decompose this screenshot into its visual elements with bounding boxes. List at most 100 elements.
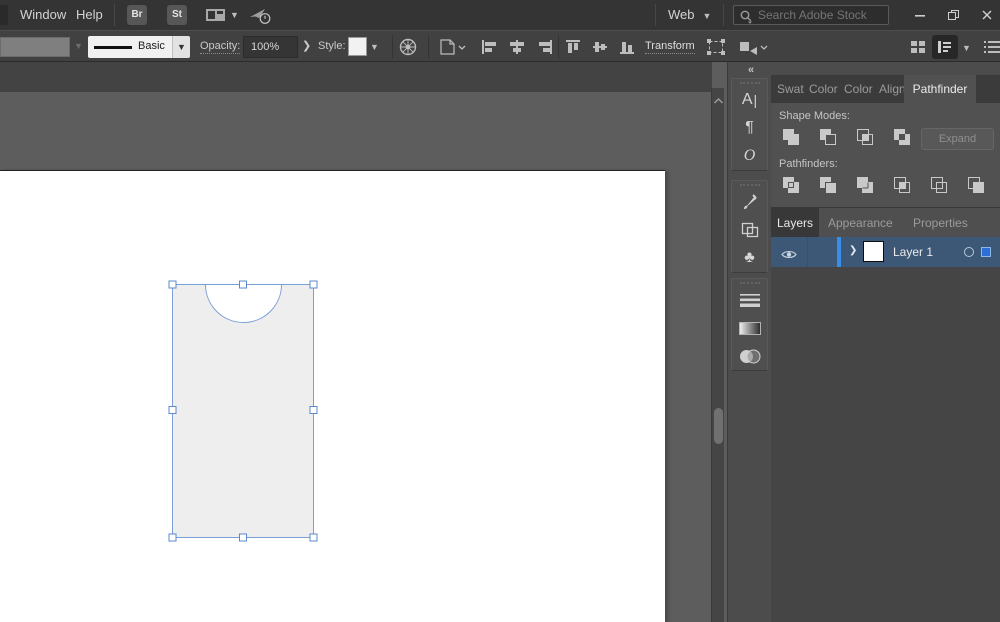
canvas-area[interactable]	[0, 62, 727, 622]
fill-swatch[interactable]	[0, 37, 70, 57]
arrange-icon[interactable]	[737, 38, 771, 59]
align-vertical-top-icon[interactable]	[563, 39, 583, 58]
scroll-up-arrow[interactable]	[712, 92, 725, 110]
align-vertical-bottom-icon[interactable]	[617, 39, 637, 58]
tab-pathfinder[interactable]: Pathfinder	[904, 75, 976, 103]
artboards-panel-icon[interactable]	[732, 216, 767, 244]
toolbar-separator	[428, 35, 429, 59]
visibility-eye-icon[interactable]	[781, 247, 797, 265]
search-input[interactable]	[758, 6, 886, 24]
minimize-button[interactable]	[905, 0, 935, 30]
pathfinder-divide-icon[interactable]	[779, 175, 803, 195]
layout-workspace-icon[interactable]	[205, 6, 227, 27]
shape-mode-exclude-icon[interactable]	[890, 127, 914, 147]
tab-align[interactable]: Align	[879, 75, 906, 103]
align-vertical-middle-icon[interactable]	[590, 39, 610, 58]
align-horizontal-center-icon[interactable]	[507, 39, 527, 58]
adobe-stock-search[interactable]	[733, 5, 889, 25]
layer-selection-indicator[interactable]	[981, 247, 991, 257]
layer-row[interactable]: ❯ Layer 1	[771, 237, 1000, 267]
stroke-preset-field[interactable]: Basic	[88, 36, 172, 58]
style-swatch[interactable]	[348, 37, 367, 56]
tab-swatches[interactable]: Swat	[777, 75, 804, 103]
align-horizontal-right-icon[interactable]	[534, 39, 554, 58]
scrollbar-thumb[interactable]	[714, 408, 723, 444]
menu-window[interactable]: Window	[20, 7, 66, 22]
share-icon[interactable]	[248, 6, 272, 28]
stroke-preset-dropdown[interactable]: ▼	[172, 36, 190, 58]
panel-menu-icon[interactable]	[984, 40, 1000, 57]
restore-button[interactable]	[938, 0, 968, 30]
layer-target-icon[interactable]	[964, 247, 974, 257]
expand-button[interactable]: Expand	[921, 128, 994, 150]
stock-badge[interactable]: St	[167, 5, 187, 25]
handle-top-left[interactable]	[169, 281, 176, 288]
gradient-panel-icon[interactable]	[732, 314, 767, 342]
recolor-artwork-icon[interactable]	[399, 38, 417, 59]
layer-thumbnail[interactable]	[863, 241, 884, 262]
handle-bottom-center[interactable]	[240, 534, 247, 541]
bridge-badge[interactable]: Br	[127, 5, 147, 25]
menu-bar: Window Help Br St ▼ Web▼	[0, 0, 1000, 30]
align-horizontal-left-icon[interactable]	[480, 39, 500, 58]
brushes-panel-icon[interactable]	[732, 188, 767, 216]
handle-top-right[interactable]	[310, 281, 317, 288]
layer-name[interactable]: Layer 1	[893, 237, 933, 267]
canvas-shape[interactable]	[173, 285, 314, 538]
menu-help[interactable]: Help	[76, 7, 103, 22]
tab-layers[interactable]: Layers	[771, 208, 819, 238]
tab-appearance[interactable]: Appearance	[828, 208, 893, 238]
pathfinder-crop-icon[interactable]	[890, 175, 914, 195]
symbols-panel-icon[interactable]: ♣	[732, 244, 767, 272]
chevron-down-icon[interactable]: ▼	[230, 10, 239, 20]
panel-icon-group-objects: ♣	[731, 180, 768, 273]
tab-properties[interactable]: Properties	[913, 208, 968, 238]
menu-separator	[655, 4, 656, 26]
group-grip[interactable]	[740, 82, 760, 85]
transparency-panel-icon[interactable]	[732, 342, 767, 370]
opacity-label[interactable]: Opacity:	[200, 40, 240, 54]
chevron-down-icon[interactable]: ▼	[962, 43, 971, 53]
collapse-panels-icon[interactable]: «	[748, 64, 752, 76]
document-setup-icon[interactable]	[438, 38, 468, 59]
shape-mode-unite-icon[interactable]	[779, 127, 803, 147]
stroke-panel-icon[interactable]	[732, 286, 767, 314]
dock-panels-icon	[937, 40, 953, 54]
layers-tab-bar: Layers Appearance Properties	[771, 207, 1000, 237]
vertical-scrollbar[interactable]	[711, 88, 724, 622]
dock-panels-button[interactable]	[932, 35, 958, 59]
group-grip[interactable]	[740, 282, 760, 285]
grid-view-icon[interactable]	[910, 40, 926, 57]
pathfinder-outline-icon[interactable]	[927, 175, 951, 195]
shape-mode-intersect-icon[interactable]	[853, 127, 877, 147]
group-grip[interactable]	[740, 184, 760, 187]
handle-bottom-left[interactable]	[169, 534, 176, 541]
bounding-box-icon[interactable]	[705, 38, 727, 59]
tab-color-guide[interactable]: Color	[844, 75, 873, 103]
layers-panel-empty-area[interactable]	[771, 267, 1000, 622]
layer-expand-arrow[interactable]: ❯	[849, 245, 857, 256]
workspace-switcher[interactable]: Web▼	[668, 7, 711, 22]
pathfinder-trim-icon[interactable]	[816, 175, 840, 195]
character-panel-icon[interactable]: A|	[732, 86, 767, 114]
pathfinder-minus-back-icon[interactable]	[964, 175, 988, 195]
style-label: Style:	[318, 40, 346, 52]
style-dropdown-chevron[interactable]: ▼	[370, 42, 379, 52]
stroke-preset-label: Basic	[138, 40, 165, 52]
transform-link[interactable]: Transform	[645, 40, 695, 54]
handle-middle-right[interactable]	[310, 407, 317, 414]
workspace-label: Web	[668, 7, 695, 22]
handle-middle-left[interactable]	[169, 407, 176, 414]
opacity-stepper-arrow[interactable]: ❯	[302, 39, 311, 52]
shape-mode-minus-front-icon[interactable]	[816, 127, 840, 147]
control-bar: ▼ Basic ▼ Opacity: 100% ❯ Style: ▼ Trans…	[0, 30, 1000, 62]
tab-color[interactable]: Color	[809, 75, 838, 103]
pathfinder-merge-icon[interactable]	[853, 175, 877, 195]
paragraph-panel-icon[interactable]: ¶	[732, 114, 767, 142]
handle-bottom-right[interactable]	[310, 534, 317, 541]
opentype-panel-icon[interactable]: O	[732, 142, 767, 170]
handle-top-center[interactable]	[240, 281, 247, 288]
window-edge-fragment	[0, 5, 8, 25]
opacity-value-field[interactable]: 100%	[243, 36, 298, 58]
close-button[interactable]	[972, 0, 1000, 30]
